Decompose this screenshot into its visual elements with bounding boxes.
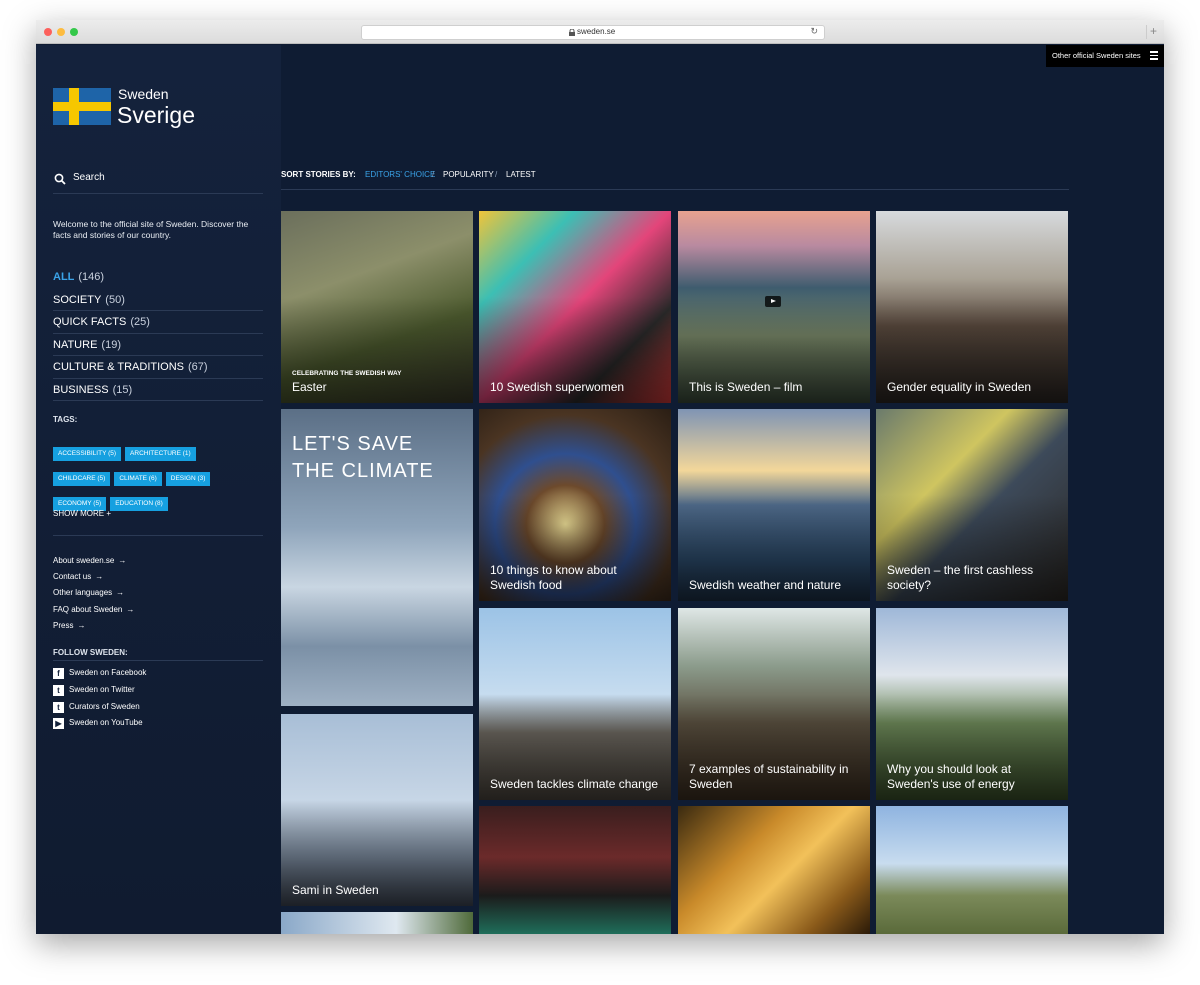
card-title: Sweden – the first cashless society? bbox=[887, 563, 1034, 592]
minimize-window-button[interactable] bbox=[57, 28, 65, 36]
follow-heading: FOLLOW SWEDEN: bbox=[53, 648, 128, 657]
tag-climate[interactable]: CLIMATE (6) bbox=[114, 472, 162, 486]
arrow-right-icon: → bbox=[118, 556, 127, 565]
social-links: f Sweden on Facebook t Sweden on Twitter t… bbox=[53, 668, 146, 735]
close-window-button[interactable] bbox=[44, 28, 52, 36]
social-twitter[interactable]: t Sweden on Twitter bbox=[53, 684, 146, 702]
tag-list: ACCESSIBILITY (5) ARCHITECTURE (1) CHILDC… bbox=[53, 442, 263, 517]
link-contact[interactable]: Contact us → bbox=[53, 572, 134, 588]
story-card-energy[interactable]: Why you should look at Sweden's use of e… bbox=[876, 608, 1068, 800]
story-card-stones[interactable] bbox=[876, 806, 1068, 934]
arrow-right-icon: → bbox=[116, 588, 125, 598]
tag-childcare[interactable]: CHILDCARE (5) bbox=[53, 472, 111, 486]
tag-architecture[interactable]: ARCHITECTURE (1) bbox=[125, 447, 196, 461]
social-curators[interactable]: t Curators of Sweden bbox=[53, 701, 146, 719]
category-society[interactable]: SOCIETY (50) bbox=[53, 289, 263, 311]
swedish-flag-logo[interactable] bbox=[53, 88, 111, 125]
story-card-cashless[interactable]: Sweden – the first cashless society? bbox=[876, 409, 1068, 601]
story-card-film[interactable]: This is Sweden – film bbox=[678, 211, 870, 403]
arrow-right-icon: → bbox=[77, 620, 86, 630]
youtube-icon: ▶ bbox=[53, 718, 64, 730]
sort-label: SORT STORIES BY: bbox=[281, 170, 356, 179]
sidebar: Sweden Sverige Search Welcome to the off… bbox=[36, 45, 281, 934]
hamburger-icon bbox=[1150, 51, 1158, 62]
story-card-gender[interactable]: Gender equality in Sweden bbox=[876, 211, 1068, 403]
card-title: This is Sweden – film bbox=[689, 380, 803, 394]
sort-bar: SORT STORIES BY: EDITORS' CHOICE / POPUL… bbox=[281, 166, 1069, 190]
search-field[interactable]: Search bbox=[53, 172, 263, 194]
tag-accessibility[interactable]: ACCESSIBILITY (5) bbox=[53, 447, 122, 461]
story-card-golden-hall[interactable] bbox=[678, 806, 870, 934]
footer-links: About sweden.se → Contact us → Other langu… bbox=[53, 556, 134, 637]
link-about[interactable]: About sweden.se → bbox=[53, 556, 134, 572]
story-card-easter[interactable]: CELEBRATING THE SWEDISH WAY Easter bbox=[281, 211, 473, 403]
sort-separator: / bbox=[495, 170, 498, 179]
card-title: 10 Swedish superwomen bbox=[490, 380, 625, 394]
card-title: Sweden tackles climate change bbox=[490, 777, 659, 791]
url-text: sweden.se bbox=[577, 27, 616, 36]
sort-separator: / bbox=[432, 170, 435, 179]
divider bbox=[53, 535, 263, 536]
card-title: Sami in Sweden bbox=[292, 883, 379, 897]
social-youtube[interactable]: ▶ Sweden on YouTube bbox=[53, 718, 146, 735]
browser-window: sweden.se ↻ + Sweden Sverige Search Welc… bbox=[36, 20, 1164, 934]
welcome-text: Welcome to the official site of Sweden. … bbox=[53, 219, 249, 240]
link-other-languages[interactable]: Other languages → bbox=[53, 588, 134, 604]
browser-toolbar: sweden.se ↻ + bbox=[36, 20, 1164, 44]
sort-editors-choice[interactable]: EDITORS' CHOICE bbox=[365, 170, 435, 179]
sort-latest[interactable]: LATEST bbox=[506, 170, 536, 179]
story-card-weather[interactable]: Swedish weather and nature bbox=[678, 409, 870, 601]
category-nature[interactable]: NATURE (19) bbox=[53, 334, 263, 356]
card-title: 7 examples of sustainability in Sweden bbox=[689, 762, 849, 791]
story-card-tackles[interactable]: Sweden tackles climate change bbox=[479, 608, 671, 800]
arrow-right-icon: → bbox=[95, 572, 104, 582]
story-card-partial[interactable] bbox=[281, 912, 473, 934]
story-card-sustainability[interactable]: 7 examples of sustainability in Sweden bbox=[678, 608, 870, 800]
twitter-icon: t bbox=[53, 684, 64, 696]
card-title: 10 things to know about Swedish food bbox=[490, 563, 617, 592]
show-more-tags-button[interactable]: SHOW MORE + bbox=[53, 509, 111, 518]
logo-text-sverige[interactable]: Sverige bbox=[117, 102, 195, 129]
other-sites-menu-button[interactable]: Other official Sweden sites bbox=[1046, 45, 1164, 67]
reload-icon[interactable]: ↻ bbox=[810, 26, 818, 37]
zoom-window-button[interactable] bbox=[70, 28, 78, 36]
story-card-food[interactable]: 10 things to know about Swedish food bbox=[479, 409, 671, 601]
tags-heading: TAGS: bbox=[53, 415, 78, 424]
twitter-icon: t bbox=[53, 701, 64, 713]
story-card-nobel[interactable] bbox=[479, 806, 671, 934]
card-big-title: LET'S SAVE THE CLIMATE bbox=[292, 433, 434, 482]
search-icon bbox=[54, 173, 66, 185]
search-label: Search bbox=[73, 172, 105, 183]
other-sites-label: Other official Sweden sites bbox=[1052, 51, 1141, 60]
story-card-superwomen[interactable]: 10 Swedish superwomen bbox=[479, 211, 671, 403]
address-bar[interactable]: sweden.se ↻ bbox=[361, 25, 825, 40]
new-tab-button[interactable]: + bbox=[1146, 25, 1160, 39]
sort-popularity[interactable]: POPULARITY bbox=[443, 170, 494, 179]
link-faq[interactable]: FAQ about Sweden → bbox=[53, 605, 134, 621]
card-title: Swedish weather and nature bbox=[689, 578, 842, 592]
tag-education[interactable]: EDUCATION (8) bbox=[110, 497, 168, 511]
card-title: Easter bbox=[292, 380, 327, 394]
arrow-right-icon: → bbox=[126, 604, 135, 614]
facebook-icon: f bbox=[53, 668, 64, 679]
story-card-climate[interactable]: LET'S SAVE THE CLIMATE bbox=[281, 409, 473, 706]
lock-icon bbox=[569, 29, 575, 36]
social-facebook[interactable]: f Sweden on Facebook bbox=[53, 668, 146, 685]
link-press[interactable]: Press → bbox=[53, 621, 134, 637]
category-all[interactable]: ALL (146) bbox=[53, 266, 263, 289]
divider bbox=[53, 660, 263, 661]
logo-text-sweden[interactable]: Sweden bbox=[118, 86, 169, 102]
page: Sweden Sverige Search Welcome to the off… bbox=[36, 45, 1164, 934]
card-title: Why you should look at Sweden's use of e… bbox=[887, 762, 1015, 791]
category-business[interactable]: BUSINESS (15) bbox=[53, 379, 263, 401]
card-title: Gender equality in Sweden bbox=[887, 380, 1032, 394]
story-card-sami[interactable]: Sami in Sweden bbox=[281, 714, 473, 906]
category-list: ALL (146) SOCIETY (50) QUICK FACTS (25) NAT… bbox=[53, 266, 263, 401]
tag-design[interactable]: DESIGN (3) bbox=[165, 472, 211, 486]
category-culture-traditions[interactable]: CULTURE & TRADITIONS (67) bbox=[53, 356, 263, 379]
category-quick-facts[interactable]: QUICK FACTS (25) bbox=[53, 311, 263, 334]
card-kicker: CELEBRATING THE SWEDISH WAY bbox=[292, 370, 402, 377]
